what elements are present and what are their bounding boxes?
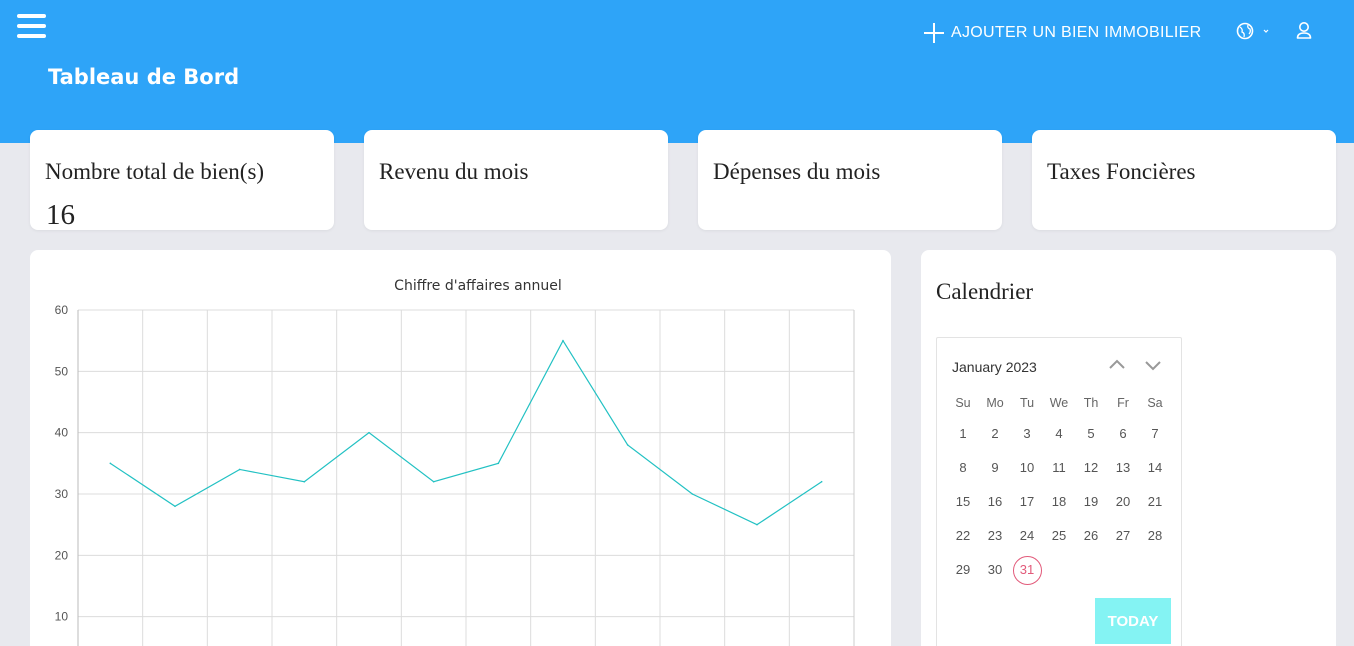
stat-title: Nombre total de bien(s) — [45, 159, 265, 184]
chart-title: Chiffre d'affaires annuel — [394, 278, 562, 294]
user-menu-button[interactable] — [1294, 20, 1314, 42]
calendar-week-row: 22 23 24 25 26 27 28 — [947, 519, 1171, 553]
calendar-day[interactable]: 24 — [1011, 522, 1043, 550]
calendar-day[interactable]: 13 — [1107, 454, 1139, 482]
calendar-month-label: January 2023 — [952, 359, 1037, 375]
user-icon — [1296, 22, 1312, 39]
weekday-label: Th — [1083, 396, 1099, 410]
previous-month-button[interactable] — [1108, 358, 1126, 372]
calendar-day[interactable]: 12 — [1075, 454, 1107, 482]
add-property-button[interactable]: AJOUTER UN BIEN IMMOBILIER — [924, 20, 1202, 46]
calendar-day[interactable]: 2 — [979, 420, 1011, 448]
stat-title: Dépenses du mois — [713, 159, 881, 184]
stat-title: Taxes Foncières — [1047, 159, 1196, 184]
y-tick-label: 40 — [55, 426, 69, 440]
next-month-button[interactable] — [1144, 358, 1162, 372]
top-header: Tableau de Bord AJOUTER UN BIEN IMMOBILI… — [0, 0, 1354, 143]
calendar-grid: Su Mo Tu We Th Fr Sa 1 2 3 4 5 6 7 8 9 10 11 12 13 14 15 16 17 1… — [947, 387, 1171, 587]
stat-title: Revenu du mois — [379, 159, 529, 184]
annual-revenue-chart-card: Chiffre d'affaires annuel 10 20 30 40 50 60 — [30, 250, 891, 646]
add-property-label: AJOUTER UN BIEN IMMOBILIER — [951, 24, 1202, 41]
calendar-day[interactable]: 21 — [1139, 488, 1171, 516]
calendar-day[interactable]: 16 — [979, 488, 1011, 516]
y-tick-label: 50 — [55, 364, 69, 378]
weekday-label: Sa — [1147, 396, 1163, 410]
calendar-day[interactable]: 25 — [1043, 522, 1075, 550]
data-point — [497, 462, 500, 465]
data-point — [174, 505, 176, 508]
calendar-day[interactable]: 29 — [947, 556, 979, 584]
calendar-day[interactable]: 19 — [1075, 488, 1107, 516]
y-tick-label: 30 — [55, 487, 69, 501]
data-point — [238, 468, 241, 471]
calendar-day[interactable]: 9 — [979, 454, 1011, 482]
calendar-weekday-header: Su Mo Tu We Th Fr Sa — [947, 387, 1171, 417]
weekday-label: Mo — [986, 396, 1004, 410]
calendar-title: Calendrier — [936, 279, 1034, 304]
calendar-day[interactable]: 20 — [1107, 488, 1139, 516]
calendar-day[interactable]: 18 — [1043, 488, 1075, 516]
calendar-week-row: 1234567 — [947, 417, 1171, 451]
calendar-day[interactable]: 27 — [1107, 522, 1139, 550]
weekday-label: Fr — [1117, 396, 1129, 410]
data-point — [691, 493, 694, 495]
data-point — [562, 339, 564, 342]
stat-value: 16 — [46, 199, 75, 231]
calendar-day[interactable]: 17 — [1011, 488, 1043, 516]
calendar-week-row: 8 9 10 11 12 13 14 — [947, 451, 1171, 485]
data-point — [303, 480, 306, 483]
calendar-day-today[interactable]: 31 — [1011, 556, 1043, 585]
calendar-day[interactable]: 14 — [1139, 454, 1171, 482]
data-point — [820, 480, 823, 483]
data-point — [432, 480, 435, 483]
calendar-day[interactable]: 11 — [1043, 454, 1075, 482]
calendar-card: Calendrier January 2023 Su Mo Tu We Th Fr Sa 1 2… — [921, 250, 1336, 646]
calendar-day[interactable]: 26 — [1075, 522, 1107, 550]
hamburger-menu-icon[interactable] — [17, 14, 46, 41]
calendar-day[interactable]: 5 — [1075, 420, 1107, 448]
stat-card-monthly-expenses: Dépenses du mois — [698, 130, 1002, 230]
calendar-day[interactable]: 6 — [1107, 420, 1139, 448]
calendar-day[interactable]: 23 — [979, 522, 1011, 550]
y-tick-label: 20 — [55, 548, 69, 562]
calendar-week-row: 29 30 31 — [947, 553, 1171, 587]
chevron-up-icon — [1109, 359, 1125, 369]
plus-icon — [924, 23, 944, 43]
calendar-day[interactable]: 30 — [979, 556, 1011, 584]
chevron-down-icon — [1145, 361, 1161, 371]
annual-revenue-chart: Chiffre d'affaires annuel 10 20 30 40 50 60 — [55, 278, 855, 646]
globe-icon — [1236, 22, 1269, 40]
calendar-day[interactable]: 28 — [1139, 522, 1171, 550]
y-tick-label: 60 — [55, 303, 69, 317]
data-point — [368, 431, 370, 434]
calendar-day[interactable]: 1 — [947, 420, 979, 448]
calendar-day[interactable]: 10 — [1011, 454, 1043, 482]
calendar-day[interactable]: 4 — [1043, 420, 1075, 448]
stat-card-total-properties: Nombre total de bien(s) 16 — [30, 130, 334, 231]
calendar-day[interactable]: 22 — [947, 522, 979, 550]
y-tick-label: 10 — [55, 610, 69, 624]
language-selector[interactable] — [1236, 20, 1272, 42]
data-point — [109, 462, 112, 465]
calendar-widget: January 2023 Su Mo Tu We Th Fr Sa 1 2 3 4 5 6 7 8 9 10 11… — [936, 337, 1182, 646]
page-title: Tableau de Bord — [48, 65, 240, 89]
stat-card-monthly-revenue: Revenu du mois — [364, 130, 668, 230]
calendar-day[interactable]: 7 — [1139, 420, 1171, 448]
data-point — [756, 523, 758, 526]
calendar-day[interactable]: 8 — [947, 454, 979, 482]
weekday-label: Su — [955, 396, 971, 410]
today-button[interactable]: TODAY — [1095, 598, 1171, 644]
stat-card-property-taxes: Taxes Foncières — [1032, 130, 1336, 230]
data-point — [626, 444, 629, 446]
weekday-label: Tu — [1019, 396, 1035, 410]
calendar-day[interactable]: 15 — [947, 488, 979, 516]
chevron-down-icon — [1263, 29, 1269, 33]
calendar-day[interactable]: 3 — [1011, 420, 1043, 448]
weekday-label: We — [1049, 396, 1069, 410]
calendar-week-row: 15 16 17 18 19 20 21 — [947, 485, 1171, 519]
